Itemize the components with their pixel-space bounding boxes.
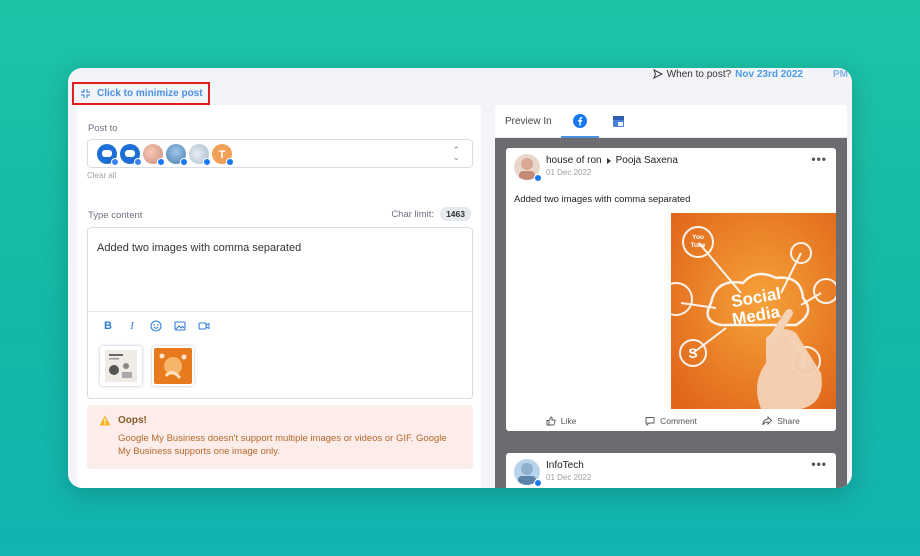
author-name[interactable]: InfoTech [546,460,584,471]
preview-tabs: Preview In [495,105,847,138]
minimize-label: Click to minimize post [97,88,203,99]
caret-right-icon [606,157,611,164]
char-limit: Char limit: 1463 [391,207,471,221]
account-avatar[interactable] [189,143,211,166]
error-alert: Oops! Google My Business doesn't support… [87,405,473,469]
comment-icon [645,417,655,426]
svg-text:You: You [692,234,704,241]
account-avatar[interactable] [166,143,188,166]
share-label: Share [777,416,800,426]
post-image: You Tube S g+ Social Media [671,213,836,409]
facebook-icon [573,113,587,128]
attached-image-thumbnail[interactable] [100,346,142,386]
editor-divider [88,311,472,312]
account-avatar[interactable] [143,143,165,166]
preview-post-card: InfoTech 01 Dec 2022 ••• [506,453,836,488]
alert-header: Oops! [99,415,461,426]
svg-text:S: S [688,345,697,361]
top-bar: When to post? Nov 23rd 2022 PM Click to … [68,68,852,105]
account-avatar[interactable]: T [212,143,234,166]
accounts-select[interactable]: T ⌃ ⌄ [87,139,473,168]
post-composer-window: When to post? Nov 23rd 2022 PM Click to … [68,68,852,488]
share-button[interactable]: Share [726,412,836,430]
bold-icon[interactable]: B [102,320,114,332]
emoji-icon[interactable] [150,320,162,332]
google-my-business-icon [612,116,624,127]
preview-post-card: house of ron Pooja Saxena 01 Dec 2022 ••… [506,148,836,431]
share-icon [762,416,773,426]
target-name[interactable]: Pooja Saxena [616,155,678,166]
when-time[interactable]: PM [833,69,848,80]
post-text: Added two images with comma separated [514,194,691,205]
post-author: house of ron Pooja Saxena [546,155,678,166]
more-options-icon[interactable]: ••• [811,152,827,166]
char-count-badge: 1463 [440,207,471,221]
when-label: When to post? [666,68,732,80]
facebook-badge-icon [157,157,165,166]
facebook-badge-icon [180,157,188,166]
svg-text:T: T [219,149,226,161]
like-button[interactable]: Like [506,412,616,430]
warning-icon [99,415,111,426]
gmb-badge-icon [134,157,142,166]
comment-label: Comment [660,416,697,426]
alert-message: Google My Business doesn't support multi… [118,433,447,457]
account-avatar[interactable] [120,143,142,166]
facebook-badge-icon [534,174,542,182]
svg-text:Tube: Tube [690,242,705,249]
facebook-badge-icon [534,479,542,487]
when-to-post[interactable]: When to post? Nov 23rd 2022 PM [652,68,848,80]
attached-images [100,346,194,386]
compose-panel: Post to T ⌃ ⌄ Clear all Type content Cha… [77,105,481,488]
clear-all-link[interactable]: Clear all [87,171,116,180]
account-avatar[interactable] [97,143,119,166]
editor-toolbar: B I [102,320,210,332]
minimize-icon [81,89,90,98]
tab-facebook[interactable] [561,105,599,138]
gmb-badge-icon [111,157,119,166]
video-icon[interactable] [198,320,210,332]
thumbs-up-icon [546,416,556,426]
char-limit-label: Char limit: [391,208,435,220]
post-date: 01 Dec 2022 [546,168,592,177]
attached-image-thumbnail[interactable] [152,346,194,386]
preview-in-label: Preview In [505,116,552,127]
comment-button[interactable]: Comment [616,412,726,430]
content-editor[interactable]: Added two images with comma separated B … [87,227,473,399]
chevron-updown-icon[interactable]: ⌃ ⌄ [452,146,460,162]
tab-google-my-business[interactable] [607,105,629,138]
author-name[interactable]: house of ron [546,155,602,166]
minimize-post-button[interactable]: Click to minimize post [72,82,210,105]
alert-title: Oops! [118,415,147,426]
more-options-icon[interactable]: ••• [811,457,827,471]
when-date[interactable]: Nov 23rd 2022 [735,69,803,80]
post-to-label: Post to [88,123,118,134]
content-text[interactable]: Added two images with comma separated [97,242,301,254]
facebook-badge-icon [203,157,211,166]
type-content-label: Type content [88,210,143,221]
preview-panel: Preview In house of ron Pooja Saxena 01 … [495,105,847,488]
like-label: Like [560,416,577,426]
post-date: 01 Dec 2022 [546,473,592,482]
post-author: InfoTech [546,460,584,471]
send-icon [652,69,663,79]
facebook-badge-icon [226,157,234,166]
preview-feed: house of ron Pooja Saxena 01 Dec 2022 ••… [495,138,847,488]
italic-icon[interactable]: I [126,320,138,332]
image-icon[interactable] [174,320,186,332]
post-actions: Like Comment Share [506,412,836,430]
